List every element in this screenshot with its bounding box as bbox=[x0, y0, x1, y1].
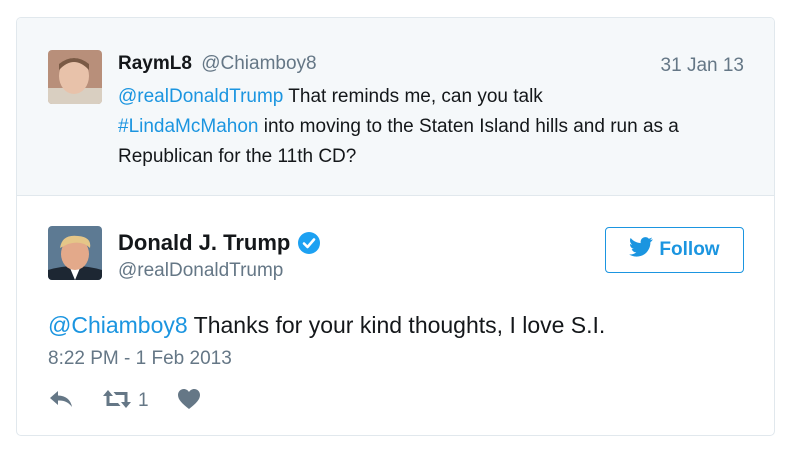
parent-author-name[interactable]: RaymL8 bbox=[118, 53, 192, 74]
main-tweet-text: @Chiamboy8 Thanks for your kind thoughts… bbox=[48, 310, 605, 340]
like-button[interactable] bbox=[177, 388, 201, 415]
main-author-handle[interactable]: @realDonaldTrump bbox=[118, 259, 283, 283]
main-author-name[interactable]: Donald J. Trump bbox=[118, 229, 290, 257]
reply-icon bbox=[48, 388, 74, 415]
retweet-icon bbox=[102, 388, 132, 415]
tweet-actions: 1 bbox=[48, 388, 201, 414]
parent-text-part-1: That reminds me, can you talk bbox=[283, 86, 543, 107]
parent-author-handle[interactable]: @Chiamboy8 bbox=[201, 53, 316, 74]
retweet-count: 1 bbox=[138, 390, 149, 411]
main-avatar[interactable] bbox=[48, 226, 102, 280]
embedded-tweet-card: RaymL8 @Chiamboy8 31 Jan 13 @realDonaldT… bbox=[16, 17, 775, 436]
parent-date[interactable]: 31 Jan 13 bbox=[661, 54, 744, 78]
parent-author[interactable]: RaymL8 @Chiamboy8 bbox=[118, 52, 317, 76]
heart-icon bbox=[177, 388, 201, 415]
follow-button[interactable]: Follow bbox=[605, 227, 744, 273]
main-mention-link[interactable]: @Chiamboy8 bbox=[48, 312, 188, 338]
reply-button[interactable] bbox=[48, 388, 74, 415]
main-author[interactable]: Donald J. Trump bbox=[118, 229, 321, 257]
twitter-bird-icon bbox=[629, 237, 654, 263]
parent-mention-link[interactable]: @realDonaldTrump bbox=[118, 86, 283, 107]
verified-badge-icon bbox=[297, 231, 321, 255]
parent-tweet-text: @realDonaldTrump That reminds me, can yo… bbox=[118, 82, 758, 172]
retweet-button[interactable]: 1 bbox=[102, 388, 149, 415]
follow-label: Follow bbox=[659, 239, 720, 260]
parent-tweet[interactable]: RaymL8 @Chiamboy8 31 Jan 13 @realDonaldT… bbox=[17, 18, 774, 196]
main-text-body: Thanks for your kind thoughts, I love S.… bbox=[187, 312, 606, 338]
tweet-timestamp[interactable]: 8:22 PM - 1 Feb 2013 bbox=[48, 347, 232, 371]
parent-avatar[interactable] bbox=[48, 50, 102, 104]
parent-hashtag-link[interactable]: #LindaMcMahon bbox=[118, 116, 258, 137]
